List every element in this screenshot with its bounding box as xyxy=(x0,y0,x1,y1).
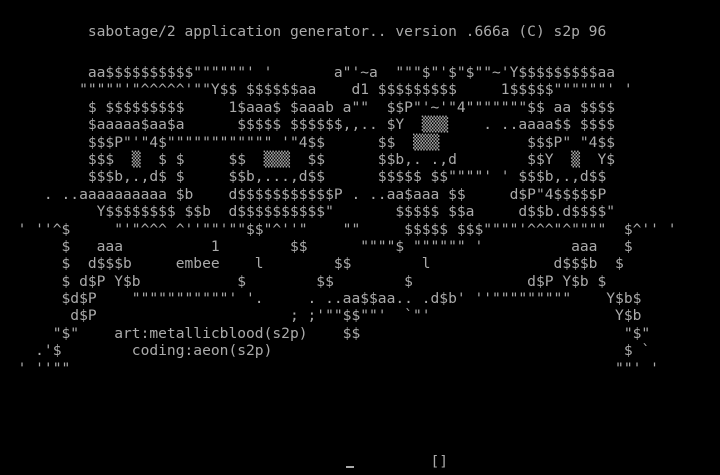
dos-terminal-screen: sabotage/2 application generator.. versi… xyxy=(0,0,720,475)
ascii-art-line: aa$$$$$$$$$$""""""' ' a"'~a """$"'$"$""~… xyxy=(0,64,616,81)
input-prompt[interactable]: [] xyxy=(0,453,720,470)
ascii-art-line: . ..aaaaaaaaaa $b d$$$$$$$$$$$P . ..aa$a… xyxy=(0,185,607,203)
ascii-art-line: $$$ ▒ $ $ $$ ▒▒▒ $$ $$b,. .,d $$Y ▒ Y$ xyxy=(0,150,616,168)
ascii-art-line: $$$b,.,d$ $ $$b,...,d$$ $$$$$ $$""""' ' … xyxy=(0,168,607,186)
ascii-art-line: d$P ; ;'""$$""' `"' Y$b xyxy=(0,307,642,325)
ascii-art-line: .'$ coding:aeon(s2p) $ ` xyxy=(0,342,651,360)
ascii-art-line: "$" art:metallicblood(s2p) $$ "$" xyxy=(0,324,651,342)
ascii-art-line: $ d$P Y$b $ $$ $ d$P Y$b $ xyxy=(0,272,607,290)
ascii-art-line: """""'"^^^^^'""Y$$ $$$$$$aa d1 $$$$$$$$$… xyxy=(0,81,633,99)
ascii-art-line: $d$P """""""""""' '. . ..aa$$aa.. .d$b' … xyxy=(0,290,642,308)
ascii-art-line: $ aaa 1 $$ """"$ """""" ' aaa $ xyxy=(0,237,633,255)
ascii-art-line: $aaaaa$aa$a $$$$$ $$$$$$,,.. $Y ▒▒▒ . ..… xyxy=(0,116,616,134)
ascii-art-logo: aa$$$$$$$$$$""""""' ' a"'~a """$"'$"$""~… xyxy=(0,64,720,377)
ascii-art-line: $ $$$$$$$$$ 1$aaa$ $aaab a"" $$P"'~'"4""… xyxy=(0,98,616,116)
ascii-art-line: ' ''^$ "'"^^^ ^''""'""$$"^''" "" $$$$$ $… xyxy=(0,220,677,238)
ascii-art-line: $$$P"'"4$"""""""""""" '"4$$ $$ ▒▒▒ $$$P"… xyxy=(0,133,616,151)
ascii-art-line: Y$$$$$$$$ $$b d$$$$$$$$$$" $$$$$ $$a d$$… xyxy=(0,203,616,221)
ascii-art-line: $ d$$$b embee l $$ l d$$$b $ xyxy=(0,255,624,273)
ascii-art-line: ' ''"" ""' ' xyxy=(0,359,659,377)
app-title-line: sabotage/2 application generator.. versi… xyxy=(0,23,607,40)
text-cursor xyxy=(346,466,354,468)
